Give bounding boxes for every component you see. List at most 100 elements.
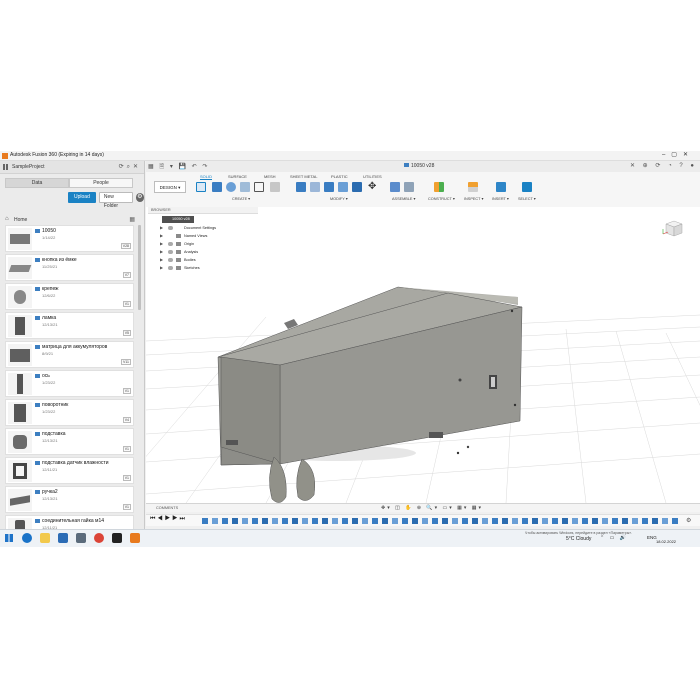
- group-construct[interactable]: CONSTRUCT ▾: [428, 196, 455, 201]
- group-inspect[interactable]: INSPECT ▾: [464, 196, 483, 201]
- version-badge[interactable]: V1: [122, 504, 131, 510]
- select-icon[interactable]: [522, 182, 532, 192]
- tab-surface[interactable]: SURFACE: [228, 174, 247, 179]
- timeline-feature[interactable]: [672, 518, 678, 524]
- timeline-feature[interactable]: [252, 518, 258, 524]
- version-badge[interactable]: V1: [122, 475, 131, 481]
- timeline-feature[interactable]: [222, 518, 228, 524]
- header-right-icons[interactable]: ✕ ⊕ ⟳ ◔ ? ●: [630, 162, 697, 169]
- list-item[interactable]: ручка2 12/13/21 V1: [5, 486, 134, 513]
- mail-icon[interactable]: [58, 533, 68, 543]
- new-folder-button[interactable]: New Folder: [98, 192, 133, 209]
- comments-label[interactable]: COMMENTS: [156, 506, 178, 510]
- list-item[interactable]: ламка 12/13/21 V5: [5, 312, 134, 339]
- weather-status[interactable]: 5°C Cloudy: [566, 536, 591, 542]
- timeline-feature[interactable]: [242, 518, 248, 524]
- move-icon[interactable]: ✥: [368, 182, 378, 192]
- version-badge[interactable]: V1: [122, 446, 131, 452]
- navigation-tools[interactable]: ✥▾ ◫ ✋ ⊕ 🔍▾ ▭▾ ▦▾ ▦▾: [381, 505, 483, 511]
- insert-image-icon[interactable]: [496, 182, 506, 192]
- window-controls[interactable]: –▢✕: [662, 151, 694, 158]
- version-badge[interactable]: V5: [122, 330, 131, 336]
- browser-node[interactable]: ▶ Named Views: [148, 232, 258, 240]
- tab-plastic[interactable]: PLASTIC: [331, 174, 348, 179]
- expand-icon[interactable]: ▶: [160, 264, 163, 272]
- tab-solid[interactable]: SOLID: [200, 174, 213, 180]
- timeline-feature[interactable]: [302, 518, 308, 524]
- refresh-search-close-icons[interactable]: ⟳⌕✕: [119, 163, 141, 171]
- expand-icon[interactable]: ▶: [160, 240, 163, 248]
- chrome-icon[interactable]: [94, 533, 104, 543]
- clock-date[interactable]: 18.02.2022: [656, 539, 676, 544]
- tab-sheet-metal[interactable]: SHEET METAL: [290, 174, 317, 179]
- expand-icon[interactable]: ▶: [160, 256, 163, 264]
- expand-icon[interactable]: ▶: [160, 248, 163, 256]
- version-badge[interactable]: V4: [122, 417, 131, 423]
- timeline-feature[interactable]: [342, 518, 348, 524]
- press-pull-icon[interactable]: [296, 182, 306, 192]
- list-item[interactable]: кнопка из ёмке 11/25/21 V7: [5, 254, 134, 281]
- timeline-feature[interactable]: [562, 518, 568, 524]
- viewcube[interactable]: [662, 218, 686, 238]
- timeline-feature[interactable]: [472, 518, 478, 524]
- new-component-icon[interactable]: [390, 182, 400, 192]
- browser-node[interactable]: ▶ Sketches: [148, 264, 258, 272]
- home-icon[interactable]: ⌂: [5, 216, 9, 222]
- timeline-feature[interactable]: [202, 518, 208, 524]
- new-sketch-icon[interactable]: [196, 182, 206, 192]
- timeline-feature[interactable]: [452, 518, 458, 524]
- eye-icon[interactable]: [168, 258, 173, 262]
- quick-access-icons[interactable]: ▦ 🗎 ▾ 💾 ↶ ↷: [148, 162, 209, 172]
- upload-button[interactable]: Upload: [68, 192, 96, 203]
- extrude-icon[interactable]: [212, 182, 222, 192]
- workspace-switcher[interactable]: DESIGN ▾: [154, 181, 186, 193]
- timeline-feature[interactable]: [652, 518, 658, 524]
- expand-icon[interactable]: ▶: [160, 232, 163, 240]
- timeline-feature[interactable]: [542, 518, 548, 524]
- timeline-feature[interactable]: [432, 518, 438, 524]
- timeline-feature[interactable]: [552, 518, 558, 524]
- list-item[interactable]: подставка датчик влажности 12/11/21 V1: [5, 457, 134, 484]
- browser-node[interactable]: ▶ Document Settings: [148, 224, 258, 232]
- timeline-feature[interactable]: [612, 518, 618, 524]
- app-icon[interactable]: [76, 533, 86, 543]
- combine-icon[interactable]: [352, 182, 362, 192]
- browser-root[interactable]: 10050 v28: [162, 216, 194, 223]
- group-insert[interactable]: INSERT ▾: [492, 196, 509, 201]
- tab-people[interactable]: People: [69, 178, 133, 188]
- plane-icon[interactable]: [434, 182, 444, 192]
- breadcrumb-label[interactable]: Home: [14, 217, 27, 223]
- timeline-feature[interactable]: [282, 518, 288, 524]
- file-list-scrollbar[interactable]: [138, 225, 141, 310]
- timeline-feature[interactable]: [512, 518, 518, 524]
- eye-icon[interactable]: [168, 250, 173, 254]
- grid-menu-icon[interactable]: [3, 164, 9, 170]
- timeline-feature[interactable]: [582, 518, 588, 524]
- timeline-feature[interactable]: [442, 518, 448, 524]
- fusion-taskbar-icon[interactable]: [130, 533, 140, 543]
- file-explorer-icon[interactable]: [40, 533, 50, 543]
- timeline-feature[interactable]: [572, 518, 578, 524]
- browser-header[interactable]: BROWSER: [148, 207, 258, 214]
- shell-icon[interactable]: [338, 182, 348, 192]
- timeline-feature[interactable]: [312, 518, 318, 524]
- timeline-feature[interactable]: [272, 518, 278, 524]
- timeline-feature[interactable]: [522, 518, 528, 524]
- timeline-feature[interactable]: [292, 518, 298, 524]
- windows-start-icon[interactable]: [5, 534, 13, 542]
- app-icon[interactable]: [112, 533, 122, 543]
- timeline-feature[interactable]: [402, 518, 408, 524]
- tab-utilities[interactable]: UTILITIES: [363, 174, 382, 179]
- timeline-feature[interactable]: [412, 518, 418, 524]
- list-item[interactable]: 10050 1/14/22 V28: [5, 225, 134, 252]
- list-item[interactable]: поворотник 1/23/22 V4: [5, 399, 134, 426]
- chamfer-icon[interactable]: [324, 182, 334, 192]
- browser-node[interactable]: ▶ Origin: [148, 240, 258, 248]
- timeline-controls[interactable]: ⏮◀▶▶⏭: [150, 516, 187, 523]
- tab-mesh[interactable]: MESH: [264, 174, 276, 179]
- list-item[interactable]: матрица для аккумуляторов 8/9/21 V11: [5, 341, 134, 368]
- timeline-feature[interactable]: [392, 518, 398, 524]
- list-item[interactable]: крепеж 12/6/22 V1: [5, 283, 134, 310]
- timeline-feature[interactable]: [232, 518, 238, 524]
- list-item[interactable]: подставка 12/13/21 V1: [5, 428, 134, 455]
